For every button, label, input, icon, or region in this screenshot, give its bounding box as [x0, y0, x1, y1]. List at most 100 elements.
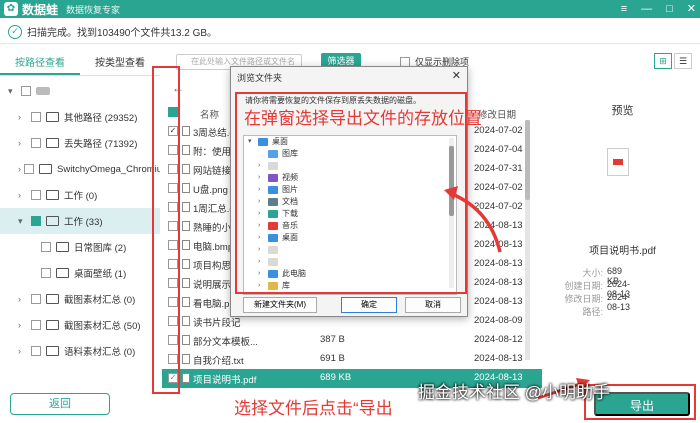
chevron-right-icon[interactable]: › [258, 160, 266, 172]
file-checkbox[interactable] [168, 297, 178, 307]
tree-item[interactable]: 桌面壁纸 (1) [0, 260, 160, 286]
dialog-tree-item[interactable]: › 库 [244, 280, 456, 292]
chevron-right-icon[interactable]: › [18, 164, 21, 174]
tree-item[interactable]: › 丢失路径 (71392) [0, 130, 160, 156]
tree-item[interactable]: › 其他路径 (29352) [0, 104, 160, 130]
tree-item[interactable]: ▾ [0, 78, 160, 104]
file-checkbox[interactable]: ✓ [168, 373, 178, 383]
dialog-tree-item[interactable]: › 视频 [244, 172, 456, 184]
chevron-down-icon[interactable]: ▾ [8, 86, 18, 97]
chevron-down-icon[interactable]: ▾ [18, 216, 28, 227]
tree-checkbox[interactable] [31, 294, 41, 304]
file-row[interactable]: 部分文本模板... 387 B 2024-08-12 [162, 331, 542, 350]
tree-item-label: 截图素材汇总 (0) [64, 295, 136, 306]
file-checkbox[interactable] [168, 164, 178, 174]
list-view-icon[interactable]: ☰ [674, 53, 692, 69]
file-checkbox[interactable] [168, 183, 178, 193]
file-checkbox[interactable]: ✓ [168, 126, 178, 136]
grid-view-icon[interactable]: ⊞ [654, 53, 672, 69]
dialog-tree-item[interactable]: › 此电脑 [244, 268, 456, 280]
tree-checkbox[interactable] [31, 346, 41, 356]
file-checkbox[interactable] [168, 354, 178, 364]
file-type-icon [182, 354, 190, 364]
cancel-button[interactable]: 取消 [405, 297, 461, 313]
dialog-tree-item[interactable]: › 文档 [244, 196, 456, 208]
chevron-right-icon[interactable]: › [258, 256, 266, 268]
tree-item[interactable]: 日常图库 (2) [0, 234, 160, 260]
dialog-tree-item[interactable]: › [244, 256, 456, 268]
new-folder-button[interactable]: 新建文件夹(M) [243, 297, 317, 313]
chevron-right-icon[interactable]: › [258, 196, 266, 208]
tab-by-type[interactable]: 按类型查看 [80, 54, 160, 75]
tree-checkbox[interactable] [31, 138, 41, 148]
file-checkbox[interactable] [168, 202, 178, 212]
column-name[interactable]: 名称 [200, 107, 219, 121]
dialog-tree-item[interactable]: › [244, 160, 456, 172]
dialog-tree-item[interactable]: 图库 [244, 148, 456, 160]
close-icon[interactable]: ✕ [687, 0, 696, 18]
tree-checkbox[interactable] [31, 216, 41, 226]
tree-item[interactable]: › 工作 (0) [0, 182, 160, 208]
tree-checkbox[interactable] [41, 242, 51, 252]
chevron-right-icon[interactable]: › [18, 190, 28, 200]
chevron-right-icon[interactable]: › [18, 346, 28, 356]
file-type-icon [182, 145, 190, 155]
back-arrow-icon[interactable]: ← [172, 81, 184, 95]
dialog-tree-item[interactable]: › 图片 [244, 184, 456, 196]
tree-item[interactable]: › SwitchyOmega_Chromium [0, 156, 160, 182]
menu-icon[interactable]: ≡ [621, 0, 627, 18]
tree-item[interactable]: ▾ 工作 (33) [0, 208, 160, 234]
chevron-right-icon[interactable]: › [18, 112, 28, 122]
chevron-right-icon[interactable]: › [258, 208, 266, 220]
tree-checkbox[interactable] [24, 164, 34, 174]
tree-item[interactable]: › 语料素材汇总 (0) [0, 338, 160, 364]
file-checkbox[interactable] [168, 145, 178, 155]
scan-status-text: 扫描完成。找到103490个文件共13.2 GB。 [27, 28, 218, 39]
file-checkbox[interactable] [168, 240, 178, 250]
chevron-right-icon[interactable]: › [18, 320, 28, 330]
maximize-icon[interactable]: □ [666, 0, 673, 18]
tree-item-label: 日常图库 (2) [74, 243, 127, 254]
tree-checkbox[interactable] [31, 320, 41, 330]
chevron-right-icon[interactable]: › [258, 172, 266, 184]
file-date: 2024-08-13 [474, 239, 523, 250]
chevron-right-icon[interactable]: › [258, 220, 266, 232]
tree-checkbox[interactable] [21, 86, 31, 96]
dialog-tree-item[interactable]: ▾ 桌面 [244, 136, 456, 148]
chevron-down-icon[interactable]: ▾ [248, 136, 256, 148]
file-checkbox[interactable] [168, 278, 178, 288]
only-deleted-checkbox[interactable] [400, 56, 410, 67]
file-checkbox[interactable] [168, 259, 178, 269]
ok-button[interactable]: 确定 [341, 297, 397, 313]
minimize-icon[interactable]: — [641, 0, 652, 18]
chevron-right-icon[interactable]: › [258, 244, 266, 256]
chevron-right-icon[interactable]: › [258, 268, 266, 280]
chevron-right-icon[interactable]: › [18, 294, 28, 304]
file-checkbox[interactable] [168, 316, 178, 326]
scrollbar-thumb[interactable] [525, 120, 530, 200]
file-row[interactable]: 自我介绍.txt 691 B 2024-08-13 [162, 350, 542, 369]
tree-checkbox[interactable] [31, 112, 41, 122]
close-icon[interactable]: ✕ [452, 69, 461, 82]
column-modified[interactable]: 修改日期 [478, 107, 516, 121]
dialog-tree-item[interactable]: › 桌面 [244, 232, 456, 244]
back-button[interactable]: 返回 [10, 393, 110, 415]
select-all-checkbox[interactable] [168, 107, 178, 117]
tree-item[interactable]: › 截图素材汇总 (0) [0, 286, 160, 312]
dialog-scrollbar[interactable] [449, 138, 454, 288]
tree-checkbox[interactable] [41, 268, 51, 278]
file-checkbox[interactable] [168, 335, 178, 345]
file-checkbox[interactable] [168, 221, 178, 231]
chevron-right-icon[interactable]: › [258, 184, 266, 196]
dialog-scrollbar-thumb[interactable] [449, 146, 454, 216]
chevron-right-icon[interactable]: › [258, 280, 266, 292]
chevron-right-icon[interactable]: › [18, 138, 28, 148]
tree-checkbox[interactable] [31, 190, 41, 200]
file-list-scrollbar[interactable] [525, 120, 530, 360]
dialog-tree-item[interactable]: › 下载 [244, 208, 456, 220]
tree-item[interactable]: › 截图素材汇总 (50) [0, 312, 160, 338]
tab-by-path[interactable]: 按路径查看 [0, 54, 80, 75]
dialog-tree-item[interactable]: › 音乐 [244, 220, 456, 232]
dialog-tree-item[interactable]: › [244, 244, 456, 256]
chevron-right-icon[interactable]: › [258, 232, 266, 244]
